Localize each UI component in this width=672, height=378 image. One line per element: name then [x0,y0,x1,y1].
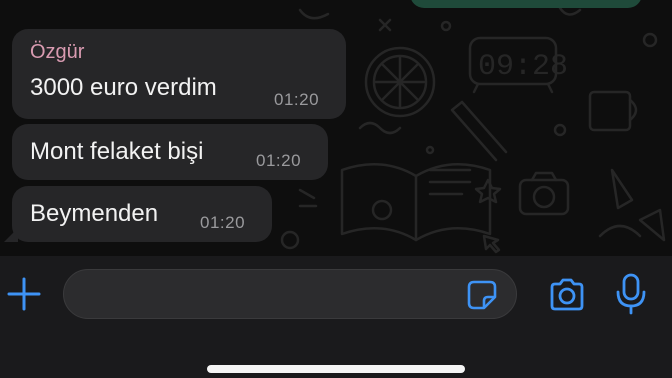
incoming-message-bubble[interactable]: Özgür 3000 euro verdim 01:20 [12,29,346,119]
microphone-icon[interactable] [614,272,648,316]
sender-name[interactable]: Özgür [30,41,84,64]
incoming-message-bubble[interactable]: Beymenden 01:20 [4,186,272,242]
outgoing-message-bubble[interactable] [410,0,642,8]
svg-text:09:28: 09:28 [478,50,568,84]
home-indicator[interactable] [207,365,465,373]
plus-icon[interactable] [6,276,42,312]
message-text: Beymenden [30,200,159,227]
chat-messages-area[interactable]: 09:28 Özgür 3000 euro verdim 01:20 Mont … [0,0,672,256]
message-input[interactable] [63,269,517,319]
whatsapp-chat-screen: 09:28 Özgür 3000 euro verdim 01:20 Mont … [0,0,672,378]
message-text: 3000 euro verdim [30,74,217,101]
sticker-icon[interactable] [466,279,498,311]
message-text: Mont felaket bişi [30,138,204,165]
message-timestamp: 01:20 [256,151,302,170]
message-timestamp: 01:20 [274,90,320,109]
message-timestamp: 01:20 [200,213,246,232]
incoming-message-bubble[interactable]: Mont felaket bişi 01:20 [12,124,328,180]
camera-icon[interactable] [547,277,587,313]
